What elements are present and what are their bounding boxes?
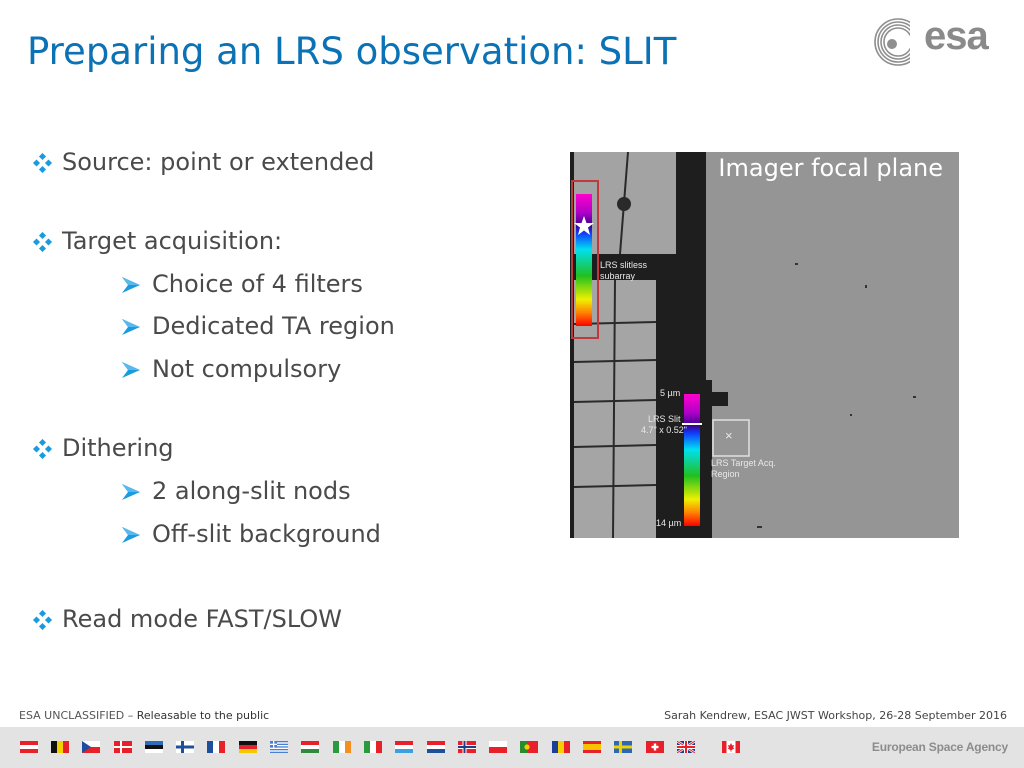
bullet-text: Target acquisition: (62, 227, 283, 255)
flag-luxembourg-icon (395, 741, 413, 753)
sub-bullet-background: Off-slit background (120, 520, 381, 548)
ta-region-label: LRS Target Acq. Region (711, 458, 776, 480)
flag-portugal-icon (520, 741, 538, 753)
flag-sweden-icon (614, 741, 632, 753)
flag-germany-icon (239, 741, 257, 753)
agency-wordmark: European Space Agency (871, 740, 1008, 754)
release-label: Releasable to the public (136, 709, 270, 722)
esa-logo: esa (872, 14, 1012, 68)
figure-title: Imager focal plane (718, 154, 943, 182)
arrow-bullet-icon (120, 480, 142, 500)
sub-bullet-text: Off-slit background (152, 520, 381, 548)
sub-bullet-text: Choice of 4 filters (152, 270, 363, 298)
ta-label-line1: LRS Target Acq. (711, 458, 776, 468)
classification-separator: – (124, 709, 137, 722)
logo-text: esa (924, 14, 989, 58)
sub-bullet-not-compulsory: Not compulsory (120, 355, 341, 383)
wavelength-long-label: 14 µm (656, 518, 682, 528)
flag-france-icon (207, 741, 225, 753)
sub-bullet-text: Not compulsory (152, 355, 342, 383)
flag-austria-icon (20, 741, 38, 753)
flag-ireland-icon (333, 741, 351, 753)
bullet-text: Dithering (62, 434, 174, 462)
flag-romania-icon (552, 741, 570, 753)
slit-label-line2: 4.7" x 0.52" (641, 425, 687, 435)
arrow-bullet-icon (120, 523, 142, 543)
credit-footer: Sarah Kendrew, ESAC JWST Workshop, 26-28… (664, 709, 1007, 722)
arrow-bullet-icon (120, 273, 142, 293)
sub-bullet-ta-region: Dedicated TA region (120, 312, 395, 340)
flag-czech-icon (82, 741, 100, 753)
flag-hungary-icon (301, 741, 319, 753)
flag-greece-icon (270, 741, 288, 753)
bullet-target-acquisition: Target acquisition: (32, 227, 282, 255)
diamond-bullet-icon (32, 230, 54, 253)
sub-bullet-filters: Choice of 4 filters (120, 270, 363, 298)
slide-title: Preparing an LRS observation: SLIT (27, 30, 677, 73)
classification-footer: ESA UNCLASSIFIED – Releasable to the pub… (19, 709, 269, 722)
arrow-bullet-icon (120, 358, 142, 378)
flag-switzerland-icon (646, 741, 664, 753)
ta-label-line2: Region (711, 469, 740, 479)
diamond-bullet-icon (32, 151, 54, 174)
diamond-bullet-icon (32, 437, 54, 460)
bullet-read-mode: Read mode FAST/SLOW (32, 605, 342, 633)
flag-denmark-icon (114, 741, 132, 753)
slitless-label-line1: LRS slitless (600, 260, 648, 270)
slitless-label: LRS slitless subarray (600, 260, 647, 282)
esa-swirl-icon (874, 16, 924, 68)
flag-estonia-icon (145, 741, 163, 753)
flag-belgium-icon (51, 741, 69, 753)
diamond-bullet-icon (32, 608, 54, 631)
flag-spain-icon (583, 741, 601, 753)
bullet-text: Source: point or extended (62, 148, 375, 176)
slitless-label-line2: subarray (600, 271, 636, 281)
flag-netherlands-icon (427, 741, 445, 753)
sub-bullet-text: Dedicated TA region (152, 312, 395, 340)
member-flags-bar: European Space Agency (0, 727, 1024, 768)
ta-marker-icon: × (725, 428, 733, 443)
imager-focal-plane-figure: Imager focal plane LRS slitless subarray … (570, 152, 959, 538)
classification-label: ESA UNCLASSIFIED (19, 709, 125, 722)
focal-plane-image (570, 152, 959, 538)
sub-bullet-nods: 2 along-slit nods (120, 477, 351, 505)
flag-canada-icon (722, 741, 740, 753)
flag-finland-icon (176, 741, 194, 753)
wavelength-short-label: 5 µm (660, 388, 681, 398)
slit-label-line1: LRS Slit (648, 414, 681, 424)
flag-norway-icon (458, 741, 476, 753)
bullet-source: Source: point or extended (32, 148, 374, 176)
arrow-bullet-icon (120, 315, 142, 335)
flag-poland-icon (489, 741, 507, 753)
flag-italy-icon (364, 741, 382, 753)
bullet-text: Read mode FAST/SLOW (62, 605, 342, 633)
sub-bullet-text: 2 along-slit nods (152, 477, 351, 505)
bullet-dithering: Dithering (32, 434, 174, 462)
flag-uk-icon (677, 741, 695, 753)
